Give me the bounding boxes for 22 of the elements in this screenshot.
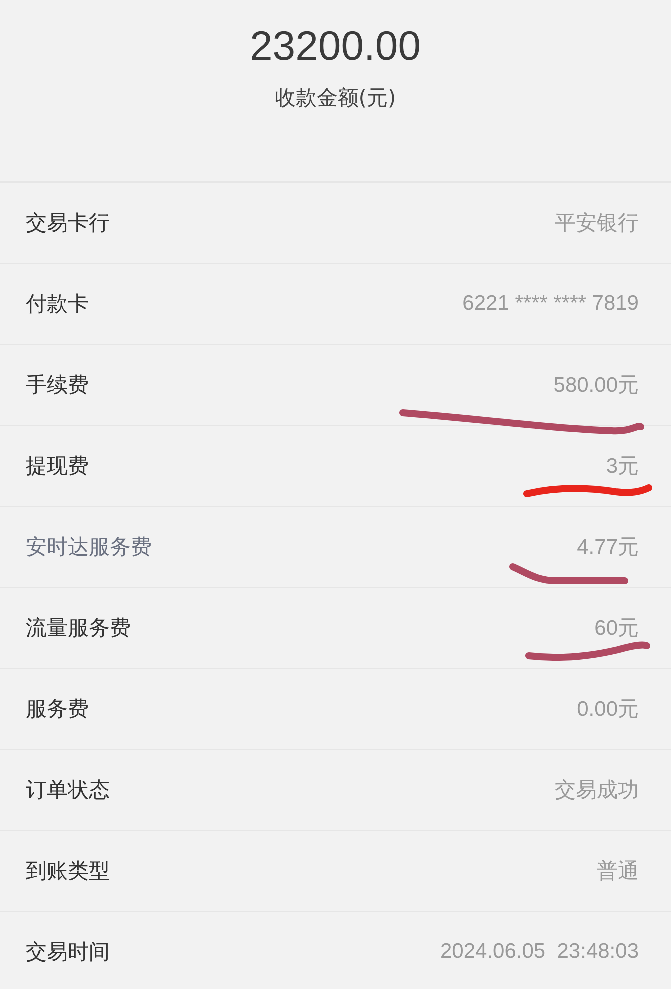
field-value: 3元 xyxy=(606,454,639,480)
field-label: 交易时间 xyxy=(26,939,110,966)
field-label: 交易卡行 xyxy=(26,210,110,237)
field-label: 服务费 xyxy=(26,696,89,723)
field-value: 4.77元 xyxy=(577,535,639,561)
field-value: 60元 xyxy=(594,616,639,642)
field-label: 流量服务费 xyxy=(26,615,131,642)
field-label: 手续费 xyxy=(26,372,89,399)
amount-label: 收款金额(元) xyxy=(274,85,396,112)
field-label: 订单状态 xyxy=(26,777,110,804)
field-value: 平安银行 xyxy=(555,211,639,237)
field-label: 到账类型 xyxy=(26,858,110,885)
field-label: 安时达服务费 xyxy=(26,534,152,561)
field-value: 2024.06.05 23:48:03 xyxy=(440,940,639,964)
field-label: 提现费 xyxy=(26,453,89,480)
field-value: 6221 **** **** 7819 xyxy=(462,292,639,316)
field-value: 0.00元 xyxy=(577,697,639,723)
field-value: 交易成功 xyxy=(555,778,639,804)
field-value: 580.00元 xyxy=(554,373,639,399)
amount-text: 23200.00 xyxy=(250,22,421,70)
field-label: 付款卡 xyxy=(26,291,89,318)
field-value: 普通 xyxy=(597,859,639,885)
